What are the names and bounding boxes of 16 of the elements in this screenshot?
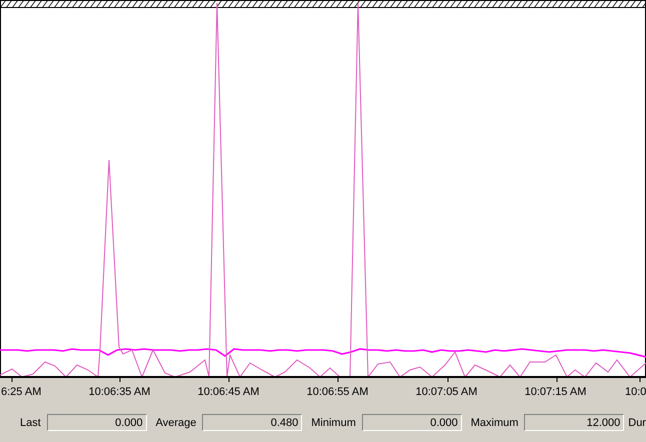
time-axis-label: 10:07:15 AM	[524, 386, 588, 398]
time-axis-label: 10:07:05 AM	[414, 386, 478, 398]
stat-label: Average	[156, 416, 196, 428]
stat-value-field: 0.000	[362, 414, 462, 431]
stat-label: Minimum	[311, 416, 356, 428]
stat-label: Dur	[628, 416, 646, 428]
time-axis-label: 6:25 AM	[0, 386, 42, 398]
stat-value-field: 12.000	[524, 414, 624, 431]
time-axis-label: 10:06:45 AM	[196, 386, 260, 398]
stat-label: Maximum	[470, 416, 518, 428]
stat-label: Last	[20, 416, 41, 428]
time-axis-label: 10:06:55 AM	[306, 386, 370, 398]
stat-value-field: 0.480	[202, 414, 302, 431]
stat-value-field: 0.000	[46, 414, 147, 431]
time-axis-label: 10:06:35 AM	[88, 386, 152, 398]
time-axis-label: 10:0	[624, 386, 645, 398]
